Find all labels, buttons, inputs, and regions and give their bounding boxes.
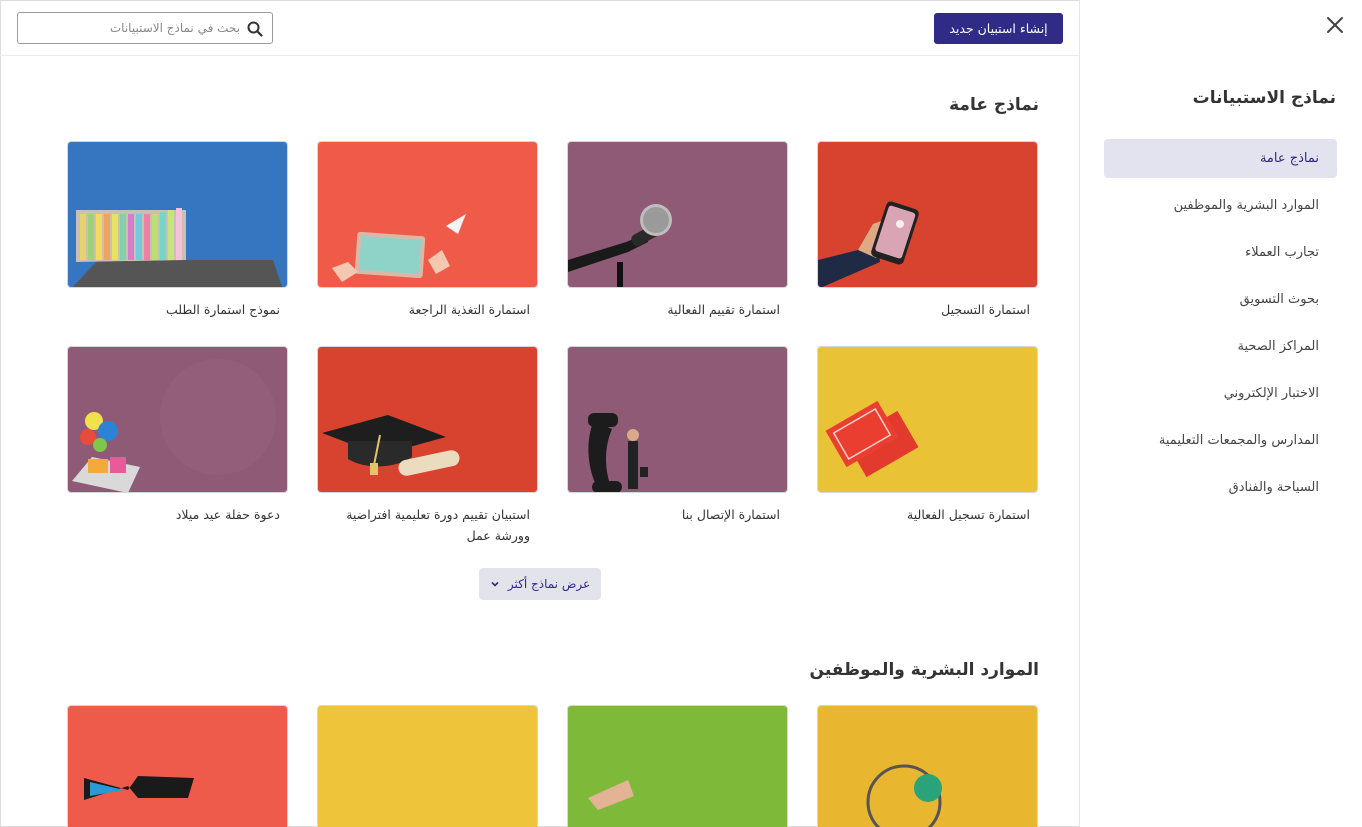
template-label: استمارة تسجيل الفعالية [907, 507, 1030, 522]
template-thumbnail[interactable] [67, 141, 288, 288]
template-thumbnail[interactable] [317, 705, 538, 827]
microphone-icon [568, 142, 787, 287]
sidebar-item-online-test[interactable]: الاختبار الإلكتروني [1104, 374, 1337, 413]
template-thumbnail[interactable] [67, 346, 288, 493]
template-label: استبيان تقييم دورة تعليمية افتراضية وورش… [346, 507, 530, 543]
blank-icon [318, 706, 537, 827]
template-thumbnail[interactable] [567, 705, 788, 827]
template-thumbnail[interactable] [817, 705, 1038, 827]
new-survey-button[interactable]: إنشاء استبيان جديد [934, 13, 1063, 44]
telephone-receiver-icon [568, 347, 787, 492]
template-card[interactable]: استمارة تسجيل الفعالية [817, 346, 1038, 525]
categories-sidebar: نماذج الاستبيانات نماذج عامة الموارد الب… [1079, 0, 1362, 827]
template-card[interactable]: استمارة التغذية الراجعة [317, 141, 538, 320]
template-thumbnail[interactable] [567, 346, 788, 493]
magnifier-icon [818, 706, 1037, 827]
top-bar: إنشاء استبيان جديد [0, 0, 1079, 56]
sidebar-item-customer-experience[interactable]: تجارب العملاء [1104, 233, 1337, 272]
template-label: دعوة حفلة عيد ميلاد [175, 507, 280, 522]
search-icon[interactable] [247, 21, 263, 37]
sidebar-item-schools[interactable]: المدارس والمجمعات التعليمية [1104, 421, 1337, 460]
template-thumbnail[interactable] [817, 141, 1038, 288]
show-more-label: عرض نماذج أكثر [507, 577, 591, 591]
template-card[interactable] [567, 705, 788, 827]
bowtie-icon [68, 706, 287, 827]
sidebar-item-tourism[interactable]: السياحة والفنادق [1104, 468, 1337, 507]
template-label: استمارة تقييم الفعالية [667, 302, 780, 317]
search-box[interactable] [17, 12, 273, 44]
sidebar-item-general[interactable]: نماذج عامة [1104, 139, 1337, 178]
template-card[interactable]: استمارة الإتصال بنا [567, 346, 788, 525]
templates-main: نماذج عامة استمارة التسجيل استمارة تقييم… [0, 57, 1079, 827]
section-title-hr: الموارد البشرية والموظفين [809, 660, 1039, 680]
template-thumbnail[interactable] [817, 346, 1038, 493]
show-more-templates-button[interactable]: عرض نماذج أكثر [479, 568, 601, 600]
tickets-icon [818, 347, 1037, 492]
laptop-folders-icon [68, 142, 287, 287]
graduation-cap-icon [318, 347, 537, 492]
template-label: استمارة التغذية الراجعة [408, 302, 530, 317]
sidebar-item-marketing-research[interactable]: بحوث التسويق [1104, 280, 1337, 319]
template-thumbnail[interactable] [317, 141, 538, 288]
sidebar-item-health-centers[interactable]: المراكز الصحية [1104, 327, 1337, 366]
template-card[interactable] [317, 705, 538, 827]
phone-in-hand-icon [818, 142, 1037, 287]
template-thumbnail[interactable] [67, 705, 288, 827]
template-card[interactable]: دعوة حفلة عيد ميلاد [67, 346, 288, 525]
birthday-balloons-icon [68, 347, 287, 492]
template-card[interactable]: استمارة التسجيل [817, 141, 1038, 320]
category-list: نماذج عامة الموارد البشرية والموظفين تجا… [1104, 139, 1337, 515]
close-icon[interactable] [1324, 14, 1346, 36]
sidebar-item-hr[interactable]: الموارد البشرية والموظفين [1104, 186, 1337, 225]
template-thumbnail[interactable] [317, 346, 538, 493]
template-thumbnail[interactable] [567, 141, 788, 288]
section-title-general: نماذج عامة [949, 95, 1039, 115]
template-label: استمارة الإتصال بنا [681, 507, 780, 522]
template-card[interactable]: استمارة تقييم الفعالية [567, 141, 788, 320]
template-label: استمارة التسجيل [941, 302, 1030, 317]
template-card[interactable] [67, 705, 288, 827]
sidebar-title: نماذج الاستبيانات [1192, 88, 1336, 108]
template-label: نموذج استمارة الطلب [165, 302, 280, 317]
hand-icon [568, 706, 787, 827]
tablet-paper-plane-icon [318, 142, 537, 287]
template-card[interactable]: نموذج استمارة الطلب [67, 141, 288, 320]
template-card[interactable]: استبيان تقييم دورة تعليمية افتراضية وورش… [317, 346, 538, 546]
chevron-down-icon [491, 581, 499, 587]
search-input[interactable] [24, 14, 240, 42]
template-card[interactable] [817, 705, 1038, 827]
